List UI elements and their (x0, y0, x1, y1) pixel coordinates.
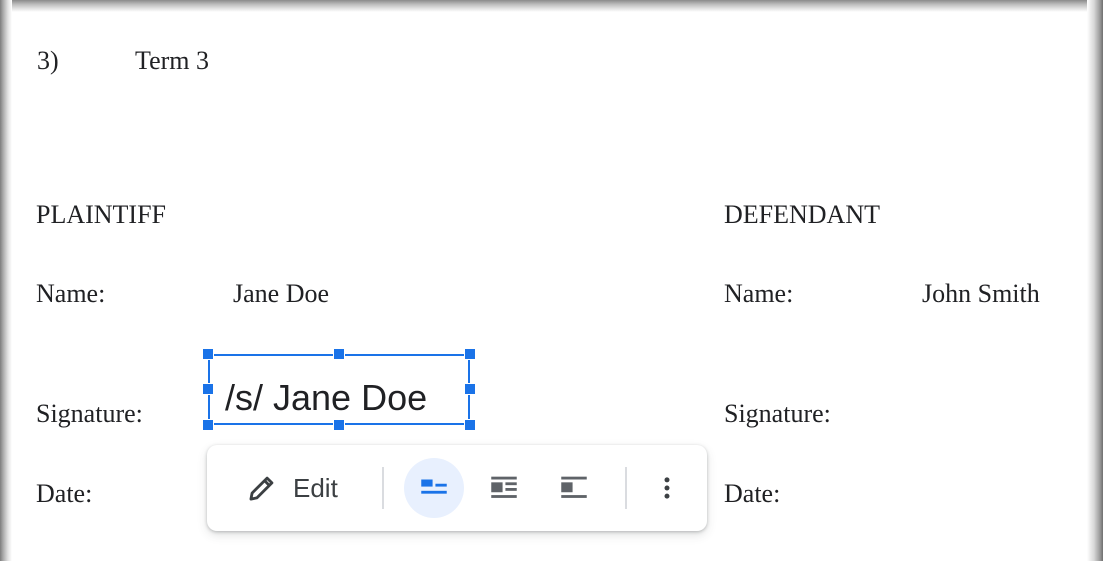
term-number: 3) (37, 46, 59, 75)
toolbar-divider (382, 467, 384, 509)
defendant-name-label: Name: (724, 279, 794, 308)
resize-handle-middle-left[interactable] (202, 383, 214, 395)
plaintiff-signature-label: Signature: (36, 399, 143, 428)
inline-with-text-icon (421, 479, 447, 494)
defendant-signature-label: Signature: (724, 399, 831, 428)
resize-handle-bottom-left[interactable] (202, 419, 214, 431)
resize-handle-top-left[interactable] (202, 348, 214, 360)
wrap-text-button[interactable] (474, 458, 534, 518)
break-text-button[interactable] (544, 458, 604, 518)
resize-handle-middle-right[interactable] (464, 383, 476, 395)
window-shadow-right (1087, 0, 1103, 561)
signature-drawing-text[interactable]: /s/ Jane Doe (225, 378, 427, 418)
pencil-icon (249, 476, 274, 501)
plaintiff-name-value: Jane Doe (233, 279, 330, 308)
defendant-name-value: John Smith (922, 279, 1040, 308)
break-text-icon (561, 476, 587, 498)
window-shadow-top (0, 0, 1103, 12)
resize-handle-bottom-right[interactable] (464, 419, 476, 431)
resize-handle-top-center[interactable] (333, 348, 345, 360)
plaintiff-date-label: Date: (36, 479, 93, 508)
defendant-heading: DEFENDANT (724, 200, 880, 229)
wrap-text-icon (491, 476, 517, 498)
plaintiff-name-label: Name: (36, 279, 106, 308)
window-shadow-left (0, 0, 12, 561)
more-options-button[interactable] (637, 458, 697, 518)
resize-handle-bottom-center[interactable] (333, 419, 345, 431)
resize-handle-top-right[interactable] (464, 348, 476, 360)
plaintiff-heading: PLAINTIFF (36, 200, 167, 229)
defendant-date-label: Date: (724, 479, 781, 508)
toolbar-divider (625, 467, 627, 509)
image-options-toolbar: Edit (207, 445, 707, 531)
inline-with-text-button[interactable] (404, 458, 464, 518)
edit-button[interactable]: Edit (235, 463, 363, 513)
more-options-icon (664, 477, 670, 499)
document-page: 3) Term 3 PLAINTIFF DEFENDANT Name: Jane… (0, 0, 1103, 561)
edit-button-label: Edit (293, 472, 338, 503)
term-title: Term 3 (135, 46, 209, 75)
